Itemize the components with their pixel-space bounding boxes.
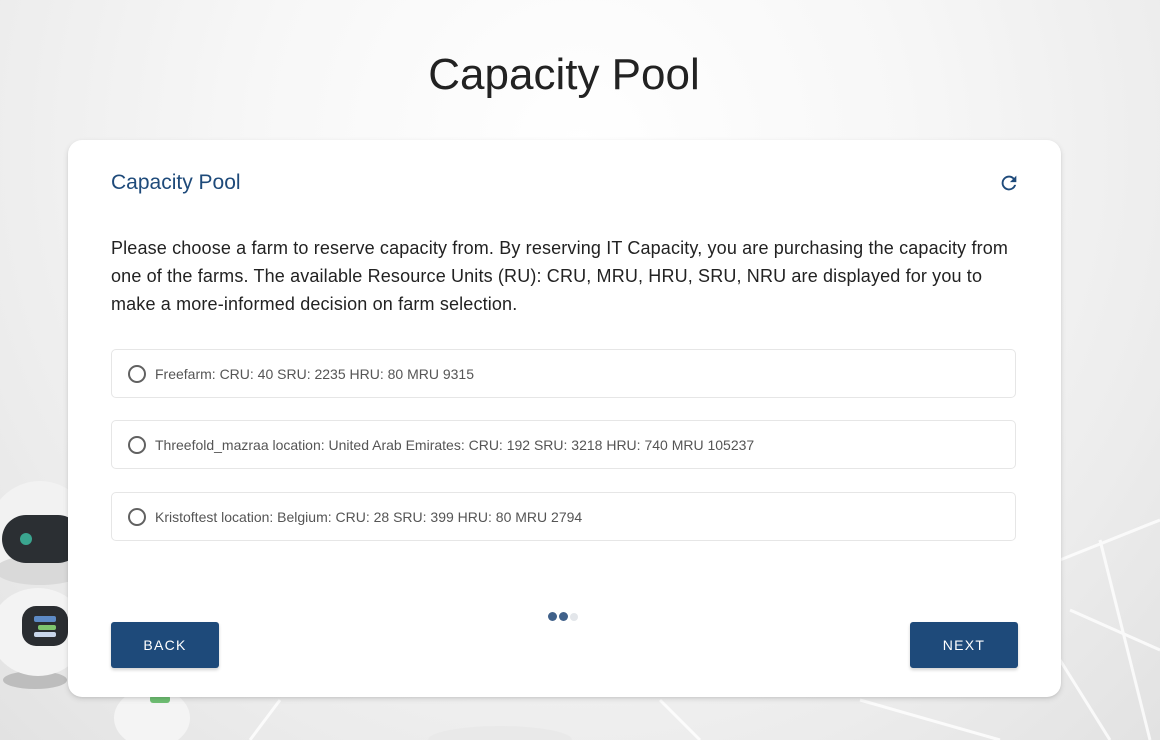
step-dot-current [559, 612, 568, 621]
farm-option-label: Kristoftest location: Belgium: CRU: 28 S… [155, 508, 583, 525]
card-title: Capacity Pool [111, 171, 241, 194]
farm-option-label: Freefarm: CRU: 40 SRU: 2235 HRU: 80 MRU … [155, 365, 474, 382]
farm-option-threefold-mazraa[interactable]: Threefold_mazraa location: United Arab E… [111, 420, 1016, 469]
capacity-pool-card: Capacity Pool Please choose a farm to re… [68, 140, 1061, 697]
decorative-device-4 [428, 726, 572, 740]
farm-option-freefarm[interactable]: Freefarm: CRU: 40 SRU: 2235 HRU: 80 MRU … [111, 349, 1016, 398]
radio-button[interactable] [128, 507, 146, 526]
step-dot-completed [548, 612, 557, 621]
description-text: Please choose a farm to reserve capacity… [111, 238, 1009, 314]
farm-option-label: Threefold_mazraa location: United Arab E… [155, 436, 755, 453]
radio-button[interactable] [128, 435, 146, 454]
back-button[interactable]: BACK [111, 622, 219, 668]
farm-option-kristoftest[interactable]: Kristoftest location: Belgium: CRU: 28 S… [111, 492, 1016, 541]
next-button[interactable]: NEXT [910, 622, 1018, 668]
refresh-icon [1001, 175, 1017, 191]
refresh-button[interactable] [996, 170, 1022, 196]
page-title: Capacity Pool [428, 50, 700, 99]
step-dot-upcoming [570, 612, 578, 621]
radio-button[interactable] [128, 364, 146, 383]
step-indicator [548, 612, 578, 621]
